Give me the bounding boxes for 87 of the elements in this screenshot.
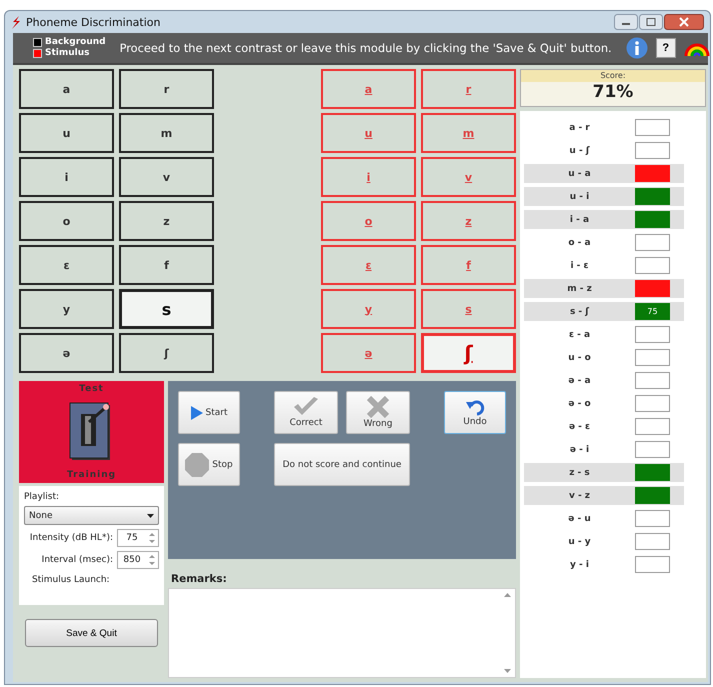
- result-cell: [635, 234, 670, 251]
- contrast-pair: ə - u: [567, 514, 592, 524]
- legend-label: Stimulus: [45, 48, 90, 59]
- dropdown-arrow-icon: [147, 514, 154, 518]
- correct-button[interactable]: Correct: [274, 391, 338, 434]
- result-cell: [635, 395, 670, 412]
- phoneme-button[interactable]: z: [119, 201, 214, 241]
- contrast-pair: y - i: [569, 560, 590, 570]
- skip-button[interactable]: Do not score and continue: [274, 443, 410, 486]
- app-logo-icon: [11, 16, 21, 28]
- contrast-pair: z - s: [568, 468, 591, 478]
- phoneme-button[interactable]: i: [19, 157, 114, 197]
- minimize-icon[interactable]: [614, 14, 638, 30]
- contrast-pair: u - o: [567, 352, 592, 362]
- help-button[interactable]: ?: [656, 38, 676, 58]
- undo-icon: [465, 398, 485, 416]
- mode-label: Test: [79, 384, 104, 394]
- window-title: Phoneme Discrimination: [26, 16, 160, 28]
- result-cell: [635, 533, 670, 550]
- score-label: Score:: [600, 70, 626, 82]
- playlist-label: Playlist:: [24, 492, 60, 502]
- result-cell: 75: [635, 303, 670, 320]
- phoneme-button[interactable]: r: [119, 69, 214, 109]
- phoneme-button[interactable]: ə: [19, 333, 114, 373]
- contrast-pair: u - a: [567, 168, 592, 178]
- contrast-pair: ə - o: [567, 398, 592, 408]
- scroll-down-icon[interactable]: [504, 669, 511, 673]
- stimulus-launch-label: Stimulus Launch:: [31, 574, 111, 587]
- phoneme-button[interactable]: s: [119, 289, 214, 329]
- scroll-up-icon[interactable]: [504, 593, 511, 597]
- close-icon[interactable]: [664, 14, 704, 30]
- start-button[interactable]: Start: [178, 391, 240, 434]
- result-cell: [635, 372, 670, 389]
- wrong-button[interactable]: Wrong: [346, 391, 410, 434]
- intensity-label: Intensity (dB HL*):: [30, 533, 113, 543]
- contrast-pair: o - a: [567, 238, 592, 248]
- phoneme-button[interactable]: u: [19, 113, 114, 153]
- result-cell: [635, 556, 670, 573]
- instruction-text: Proceed to the next contrast or leave this module by clicking the 'Save & Quit' button.: [120, 41, 612, 55]
- contrast-pair: i - a: [568, 214, 590, 224]
- interval-spinbox[interactable]: 850: [117, 551, 159, 569]
- checkmark-icon: [292, 397, 320, 417]
- intensity-spinbox[interactable]: 75: [117, 529, 159, 547]
- contrast-pair: s - ʃ: [568, 306, 590, 316]
- phoneme-button[interactable]: m: [119, 113, 214, 153]
- result-cell: [635, 119, 670, 136]
- legend-label: Background: [45, 37, 106, 48]
- result-cell: [635, 418, 670, 435]
- contrast-pair: ə - a: [567, 376, 592, 386]
- contrast-pair: a - r: [568, 122, 591, 132]
- stop-button[interactable]: Stop: [178, 443, 240, 486]
- contrast-pair: u - i: [568, 192, 590, 202]
- phoneme-button[interactable]: ʃ: [421, 333, 516, 373]
- save-quit-button[interactable]: Save & Quit: [25, 619, 158, 647]
- result-cell: [635, 326, 670, 343]
- contrast-pair: m - z: [566, 284, 593, 294]
- contrast-pair: ə - ɛ: [568, 422, 592, 432]
- phoneme-button[interactable]: y: [19, 289, 114, 329]
- result-cell: [635, 510, 670, 527]
- result-cell: [635, 142, 670, 159]
- score-value: 71%: [592, 82, 634, 102]
- phoneme-button[interactable]: f: [119, 245, 214, 285]
- phoneme-button[interactable]: a: [19, 69, 114, 109]
- undo-button[interactable]: Undo: [444, 391, 506, 434]
- contrast-pair: u - y: [567, 536, 592, 546]
- playlist-dropdown[interactable]: None: [24, 506, 159, 525]
- result-cell: [635, 441, 670, 458]
- contrast-pair: ə - i: [568, 444, 590, 454]
- remarks-label: Remarks:: [171, 573, 228, 585]
- phoneme-button[interactable]: ʃ: [119, 333, 214, 373]
- interval-label: Interval (msec):: [42, 555, 113, 565]
- contrast-pair: u - ʃ: [568, 146, 591, 156]
- remarks-field[interactable]: [168, 588, 516, 678]
- maximize-icon[interactable]: [639, 14, 663, 30]
- info-icon[interactable]: [626, 37, 648, 59]
- contrast-pair: v - z: [568, 490, 592, 500]
- mode-label: Training: [66, 470, 116, 480]
- play-icon: [190, 406, 202, 420]
- stop-sign-icon: [185, 452, 210, 476]
- phoneme-button[interactable]: ɛ: [19, 245, 114, 285]
- contrast-pair: ɛ - a: [568, 330, 592, 340]
- contrast-pair: i - ɛ: [569, 260, 590, 270]
- result-cell: [635, 349, 670, 366]
- phoneme-button[interactable]: v: [119, 157, 214, 197]
- result-cell: [635, 257, 670, 274]
- cross-icon: [366, 396, 390, 418]
- phoneme-button[interactable]: o: [19, 201, 114, 241]
